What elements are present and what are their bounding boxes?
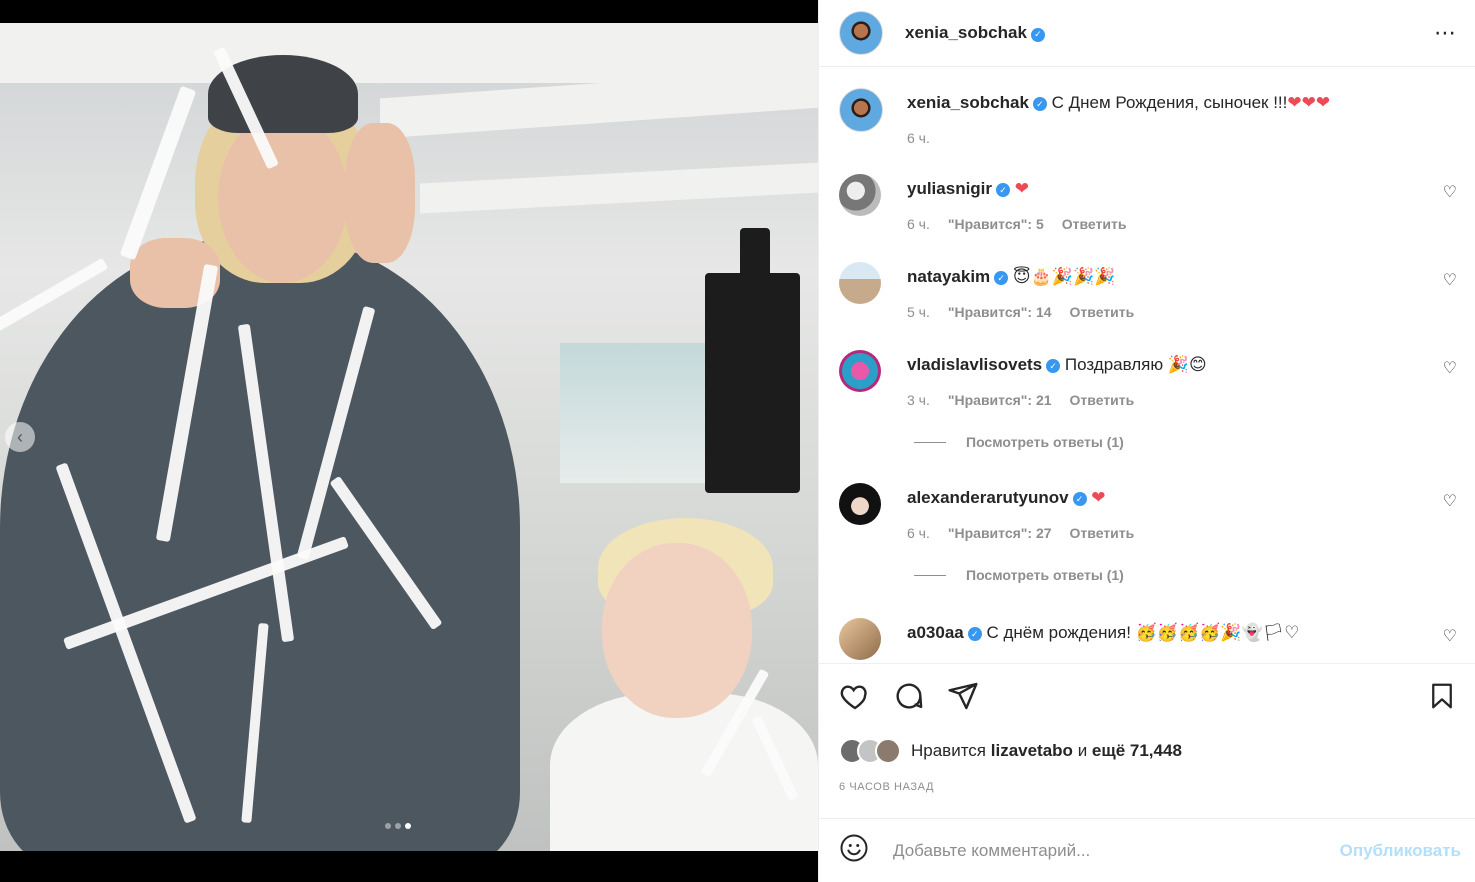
- verified-badge-icon: ✓: [1072, 492, 1087, 506]
- share-send-icon[interactable]: [947, 680, 979, 717]
- comments-list[interactable]: xenia_sobchak ✓ С Днем Рождения, сыночек …: [819, 68, 1475, 662]
- comment-time: 6 ч.: [907, 525, 930, 541]
- view-replies-button[interactable]: Посмотреть ответы (1): [914, 434, 1124, 450]
- carousel-dot: [385, 823, 391, 829]
- verified-badge-icon: ✓: [967, 627, 982, 641]
- reply-button[interactable]: Ответить: [1070, 304, 1135, 320]
- commenter-avatar[interactable]: [839, 350, 881, 392]
- commenter-avatar[interactable]: [839, 618, 881, 660]
- publish-button[interactable]: Опубликовать: [1340, 841, 1461, 861]
- replies-divider: [914, 574, 946, 576]
- carousel-dot-active: [405, 823, 411, 829]
- comment-item: natayakim ✓ 😇🎂🎉🎉🎉 5 ч. "Нравится": 14 Отв…: [839, 262, 1463, 322]
- author-avatar[interactable]: [839, 88, 883, 132]
- reply-button[interactable]: Ответить: [1070, 525, 1135, 541]
- likes-summary[interactable]: Нравится lizavetabo и ещё 71,448: [839, 738, 1182, 764]
- reply-button[interactable]: Ответить: [1070, 392, 1135, 408]
- comment-time: 6 ч.: [907, 216, 930, 232]
- more-options-icon[interactable]: ⋯: [1434, 20, 1457, 46]
- liker-username[interactable]: lizavetabo: [991, 741, 1073, 760]
- liker-avatar: [875, 738, 901, 764]
- comment-text: 😇🎂🎉🎉🎉: [1012, 267, 1116, 287]
- post-header: xenia_sobchak ✓ ⋯: [819, 0, 1475, 67]
- like-comment-heart-icon[interactable]: ♡: [1443, 626, 1457, 646]
- comment-text: ❤: [1014, 179, 1030, 199]
- replies-divider: [914, 441, 946, 443]
- save-bookmark-icon[interactable]: [1427, 680, 1457, 717]
- comment-username[interactable]: alexanderarutyunov: [907, 488, 1069, 507]
- heart-emoji: ❤❤❤: [1287, 93, 1331, 113]
- emoji-picker-icon[interactable]: [839, 833, 869, 868]
- likes-middle: и: [1077, 741, 1088, 760]
- comment-text: ❤: [1091, 488, 1106, 508]
- commenter-avatar[interactable]: [839, 174, 881, 216]
- comment-input[interactable]: [891, 839, 1340, 862]
- carousel-prev-button[interactable]: ‹: [5, 422, 35, 452]
- comment-username[interactable]: vladislavlisovets: [907, 355, 1042, 374]
- comment-emoji: 🥳🥳🥳🥳🎉👻🏳♡: [1135, 623, 1300, 643]
- comment-bubble-icon[interactable]: [893, 680, 925, 717]
- verified-badge-icon: ✓: [1032, 97, 1047, 111]
- like-comment-heart-icon[interactable]: ♡: [1443, 270, 1457, 290]
- comment-username[interactable]: xenia_sobchak: [907, 93, 1029, 112]
- comment-username[interactable]: yuliasnigir: [907, 179, 992, 198]
- comment-likes-count[interactable]: "Нравится": 27: [948, 525, 1052, 541]
- verified-badge-icon: ✓: [1030, 27, 1045, 42]
- like-comment-heart-icon[interactable]: ♡: [1443, 491, 1457, 511]
- author-avatar[interactable]: [839, 11, 883, 55]
- like-heart-icon[interactable]: [839, 680, 871, 717]
- comment-likes-count[interactable]: "Нравится": 14: [948, 304, 1052, 320]
- post-media: ‹: [0, 0, 818, 882]
- author-username[interactable]: xenia_sobchak: [905, 23, 1027, 42]
- comment-text: С днём рождения!: [986, 623, 1131, 642]
- like-comment-heart-icon[interactable]: ♡: [1443, 358, 1457, 378]
- verified-badge-icon: ✓: [996, 183, 1011, 197]
- divider: [819, 663, 1475, 664]
- likes-count[interactable]: ещё 71,448: [1092, 741, 1182, 760]
- carousel-dot: [395, 823, 401, 829]
- like-comment-heart-icon[interactable]: ♡: [1443, 182, 1457, 202]
- caption-text: С Днем Рождения, сыночек !!!: [1051, 93, 1288, 112]
- commenter-avatar[interactable]: [839, 262, 881, 304]
- comment-emoji: 🎉😊: [1167, 355, 1207, 375]
- commenter-avatar[interactable]: [839, 483, 881, 525]
- verified-badge-icon: ✓: [1046, 359, 1061, 373]
- post-photo: [0, 23, 818, 851]
- carousel-dots: [385, 823, 411, 829]
- comment-item: vladislavlisovets ✓ Поздравляю 🎉😊 3 ч. "Н…: [839, 350, 1463, 410]
- view-replies-button[interactable]: Посмотреть ответы (1): [914, 567, 1124, 583]
- view-replies-label: Посмотреть ответы (1): [966, 434, 1124, 450]
- post-time-ago: 6 ЧАСОВ НАЗАД: [839, 781, 935, 793]
- comment-time: 6 ч.: [907, 130, 930, 146]
- comment-likes-count[interactable]: "Нравится": 5: [948, 216, 1044, 232]
- comment-text: Поздравляю: [1064, 355, 1164, 374]
- likes-prefix: Нравится: [911, 741, 987, 760]
- chevron-left-icon: ‹: [17, 426, 23, 447]
- verified-badge-icon: ✓: [994, 271, 1009, 285]
- post-actions: [839, 680, 1457, 716]
- comment-time: 3 ч.: [907, 392, 930, 408]
- reply-button[interactable]: Ответить: [1062, 216, 1127, 232]
- comment-likes-count[interactable]: "Нравится": 21: [948, 392, 1052, 408]
- view-replies-label: Посмотреть ответы (1): [966, 567, 1124, 583]
- comment-item: a030aa ✓ С днём рождения! 🥳🥳🥳🥳🎉👻🏳♡ ♡: [839, 618, 1463, 662]
- comment-username[interactable]: natayakim: [907, 267, 990, 286]
- add-comment-bar: Опубликовать: [819, 819, 1475, 882]
- comment-time: 5 ч.: [907, 304, 930, 320]
- post-detail-panel: xenia_sobchak ✓ ⋯ xenia_sobchak ✓ С Днем Р…: [818, 0, 1475, 882]
- comment-item: alexanderarutyunov ✓ ❤ 6 ч. "Нравится": 2…: [839, 483, 1463, 543]
- comment-username[interactable]: a030aa: [907, 623, 964, 642]
- comment-item: yuliasnigir ✓ ❤ 6 ч. "Нравится": 5 Ответи…: [839, 174, 1463, 234]
